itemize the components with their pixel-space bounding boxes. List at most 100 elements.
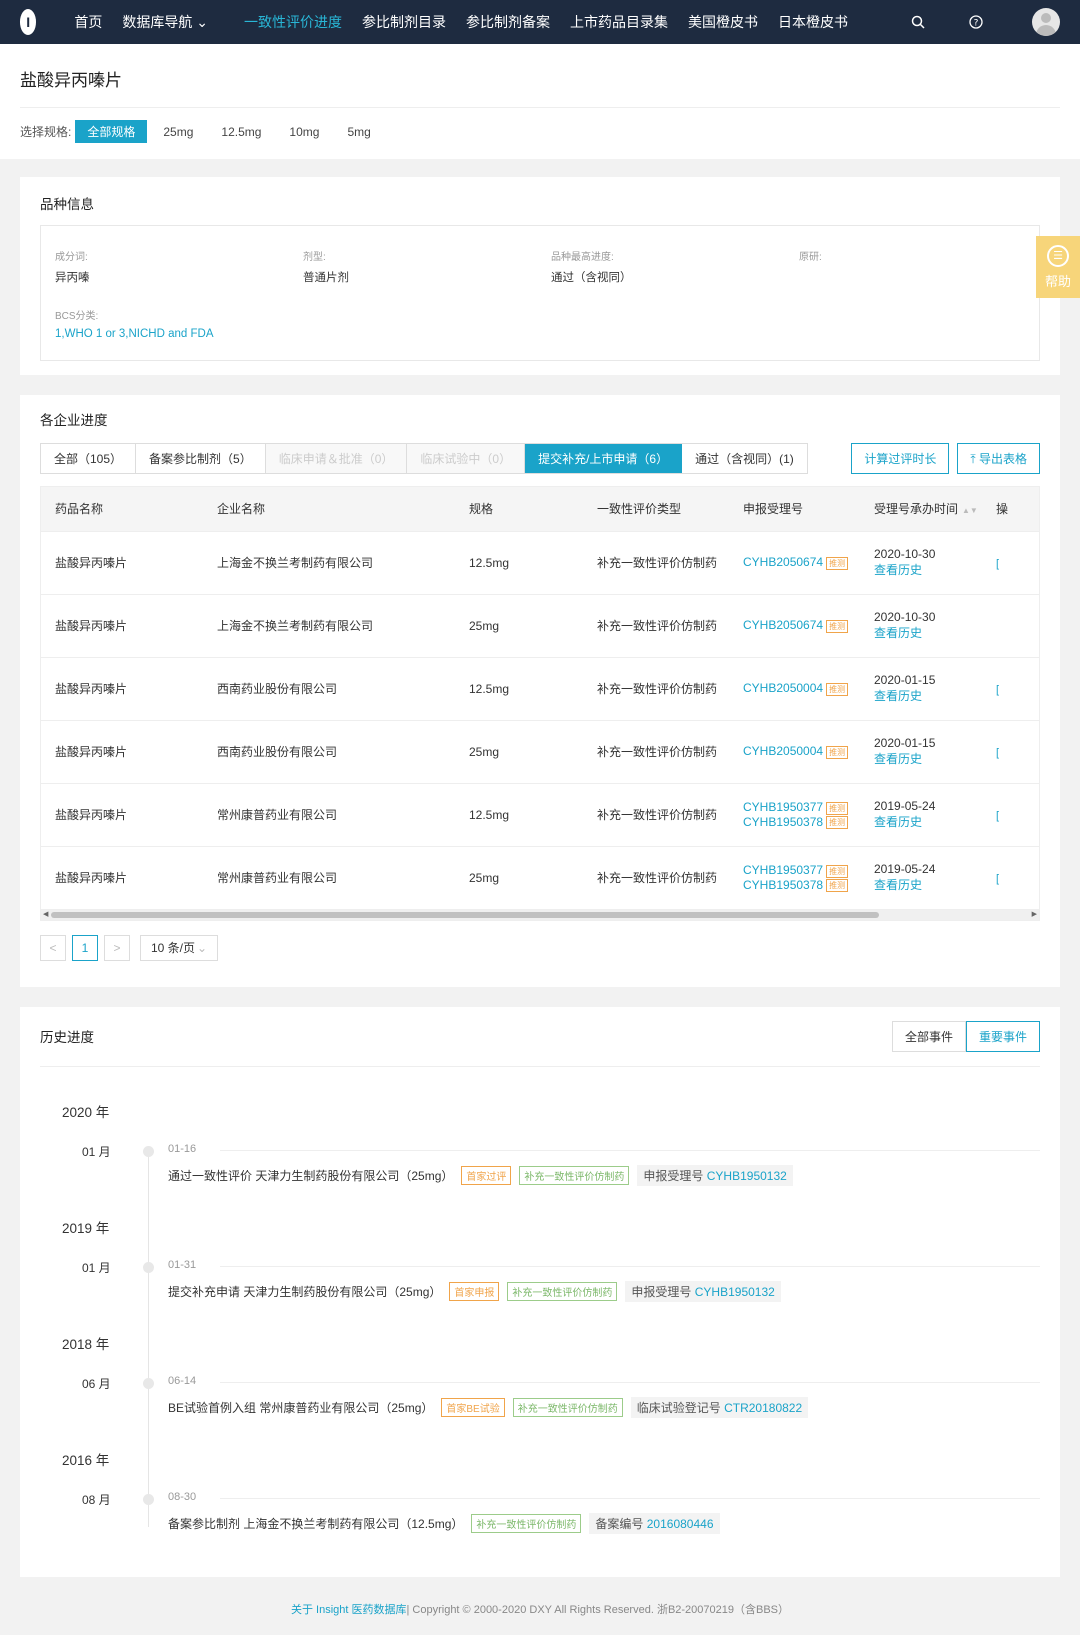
footer-about-link[interactable]: 关于 Insight 医药数据库 <box>291 1601 407 1617</box>
calc-duration-button[interactable]: 计算过评时长 <box>851 443 950 474</box>
view-history-link[interactable]: 查看历史 <box>874 750 982 767</box>
detail-icon[interactable]: [ <box>996 873 999 885</box>
cell-spec: 25mg <box>455 846 583 910</box>
cell-drug-name: 盐酸异丙嗪片 <box>41 783 203 847</box>
company-progress-card: 各企业进度 全部（105） 备案参比制剂（5） 临床申请＆批准（0） 临床试验中… <box>20 395 1060 987</box>
bcs-link[interactable]: 1,WHO 1 or 3,NICHD and FDA <box>55 328 303 340</box>
nav-reference-filing[interactable]: 参比制剂备案 <box>466 12 550 32</box>
inferred-tag: 推测 <box>826 556 849 570</box>
view-history-link[interactable]: 查看历史 <box>874 561 982 578</box>
nav-db-guide[interactable]: 数据库导航 ⌄ <box>122 12 208 32</box>
avatar[interactable] <box>1032 8 1060 36</box>
spec-option-5mg[interactable]: 5mg <box>335 122 382 142</box>
reference-link[interactable]: CYHB1950132 <box>695 1285 775 1299</box>
nav-us-orange-book[interactable]: 美国橙皮书 <box>688 12 758 32</box>
scrollbar-thumb[interactable] <box>51 911 879 918</box>
timeline-year: 2020 年 <box>62 1104 110 1120</box>
nav-consistency[interactable]: 一致性评价进度 <box>244 12 342 32</box>
next-page-button[interactable]: > <box>104 934 130 961</box>
cell-drug-name: 盐酸异丙嗪片 <box>41 594 203 658</box>
acceptance-no-link[interactable]: CYHB2050004 <box>743 744 823 758</box>
cell-type: 补充一致性评价仿制药 <box>583 783 729 847</box>
horizontal-scrollbar[interactable]: ◀ ▶ <box>41 909 1039 920</box>
event-divider <box>220 1265 1040 1267</box>
event-date: 01-31 <box>168 1258 197 1271</box>
nav-jp-orange-book[interactable]: 日本橙皮书 <box>778 12 848 32</box>
sort-icon[interactable]: ▲▼ <box>962 506 978 515</box>
prev-page-button[interactable]: < <box>40 934 66 961</box>
cell-spec: 12.5mg <box>455 531 583 595</box>
export-button[interactable]: ⤒ 导出表格 <box>957 443 1040 474</box>
page-size-select[interactable]: 10 条/页 ⌄ <box>140 934 219 961</box>
col-drug-name: 药品名称 <box>41 487 203 532</box>
event-name: 提交补充申请 <box>168 1284 241 1299</box>
key-events-button[interactable]: 重要事件 <box>965 1020 1040 1052</box>
event-company: 天津力生制药股份有限公司（25mg） <box>255 1168 454 1183</box>
spec-option-12-5mg[interactable]: 12.5mg <box>209 122 273 142</box>
reference-label: 备案编号 <box>595 1516 644 1531</box>
acceptance-no-link[interactable]: CYHB2050674 <box>743 555 823 569</box>
search-icon[interactable] <box>910 14 926 30</box>
date-text: 2020-01-15 <box>874 673 936 687</box>
logo[interactable]: I <box>20 9 37 35</box>
inferred-tag: 推测 <box>826 801 849 815</box>
help-tab[interactable]: ☰ 帮助 <box>1036 236 1080 298</box>
cell-spec: 12.5mg <box>455 783 583 847</box>
event-date: 06-14 <box>168 1374 197 1387</box>
acceptance-no-link[interactable]: CYHB2050004 <box>743 681 823 695</box>
spec-option-25mg[interactable]: 25mg <box>151 122 205 142</box>
view-history-link[interactable]: 查看历史 <box>874 813 982 830</box>
acceptance-no-link[interactable]: CYHB1950378 <box>743 815 823 829</box>
tab-reference-filing[interactable]: 备案参比制剂（5） <box>136 444 266 473</box>
reference-link[interactable]: 2016080446 <box>647 1517 714 1531</box>
tab-approved[interactable]: 通过（含视同）(1) <box>682 444 807 473</box>
detail-icon[interactable]: [ <box>996 558 999 570</box>
table-row: 盐酸异丙嗪片 西南药业股份有限公司 12.5mg 补充一致性评价仿制药 CYHB2050… <box>41 657 1039 721</box>
help-circle-icon[interactable]: ? <box>968 14 984 30</box>
inferred-tag: 推测 <box>826 619 849 633</box>
col-date[interactable]: 受理号承办时间 ▲▼ <box>860 487 982 532</box>
date-text: 2020-01-15 <box>874 736 936 750</box>
export-label: 导出表格 <box>978 452 1027 466</box>
event-reference: 申报受理号 CYHB1950132 <box>637 1164 793 1186</box>
section-title: 历史进度 <box>40 1030 94 1045</box>
event-name: 备案参比制剂 <box>168 1516 241 1531</box>
view-history-link[interactable]: 查看历史 <box>874 687 982 704</box>
timeline-dot <box>143 1493 154 1505</box>
acceptance-no-link[interactable]: CYHB1950378 <box>743 878 823 892</box>
cell-action: [ <box>982 846 1039 910</box>
view-history-link[interactable]: 查看历史 <box>874 876 982 893</box>
detail-icon[interactable]: [ <box>996 747 999 759</box>
all-events-button[interactable]: 全部事件 <box>891 1020 966 1052</box>
section-title: 各企业进度 <box>40 413 108 428</box>
page-size-value: 10 条/页 <box>151 941 196 955</box>
page-1-button[interactable]: 1 <box>72 934 98 961</box>
page-title: 盐酸异丙嗪片 <box>20 66 1060 108</box>
timeline-year: 2016 年 <box>62 1452 110 1468</box>
cell-company: 常州康普药业有限公司 <box>203 846 455 910</box>
inferred-tag: 推测 <box>826 745 849 759</box>
view-history-link[interactable]: 查看历史 <box>874 624 982 641</box>
nav-reference-catalog[interactable]: 参比制剂目录 <box>362 12 446 32</box>
spec-option-10mg[interactable]: 10mg <box>277 122 331 142</box>
cell-acceptance-no: CYHB1950377 推测 CYHB1950378 推测 <box>729 783 860 847</box>
reference-link[interactable]: CYHB1950132 <box>707 1169 787 1183</box>
nav-listed-drugs[interactable]: 上市药品目录集 <box>570 12 668 32</box>
tab-supplement-application[interactable]: 提交补充/上市申请（6） <box>525 444 683 473</box>
nav-home[interactable]: 首页 <box>74 12 102 32</box>
date-text: 2020-10-30 <box>874 610 936 624</box>
spec-option-all[interactable]: 全部规格 <box>75 120 148 143</box>
event-tag: 首家BE试验 <box>441 1397 505 1417</box>
acceptance-no-link[interactable]: CYHB1950377 <box>743 863 823 877</box>
detail-icon[interactable]: [ <box>996 810 999 822</box>
scroll-right-icon[interactable]: ▶ <box>1032 910 1037 920</box>
cell-type: 补充一致性评价仿制药 <box>583 594 729 658</box>
logo-mark: I <box>26 14 31 30</box>
reference-link[interactable]: CTR20180822 <box>724 1401 802 1415</box>
event-tag: 首家申报 <box>449 1281 500 1301</box>
tab-all[interactable]: 全部（105） <box>41 444 137 473</box>
scroll-left-icon[interactable]: ◀ <box>43 910 48 920</box>
acceptance-no-link[interactable]: CYHB1950377 <box>743 800 823 814</box>
acceptance-no-link[interactable]: CYHB2050674 <box>743 618 823 632</box>
detail-icon[interactable]: [ <box>996 684 999 696</box>
